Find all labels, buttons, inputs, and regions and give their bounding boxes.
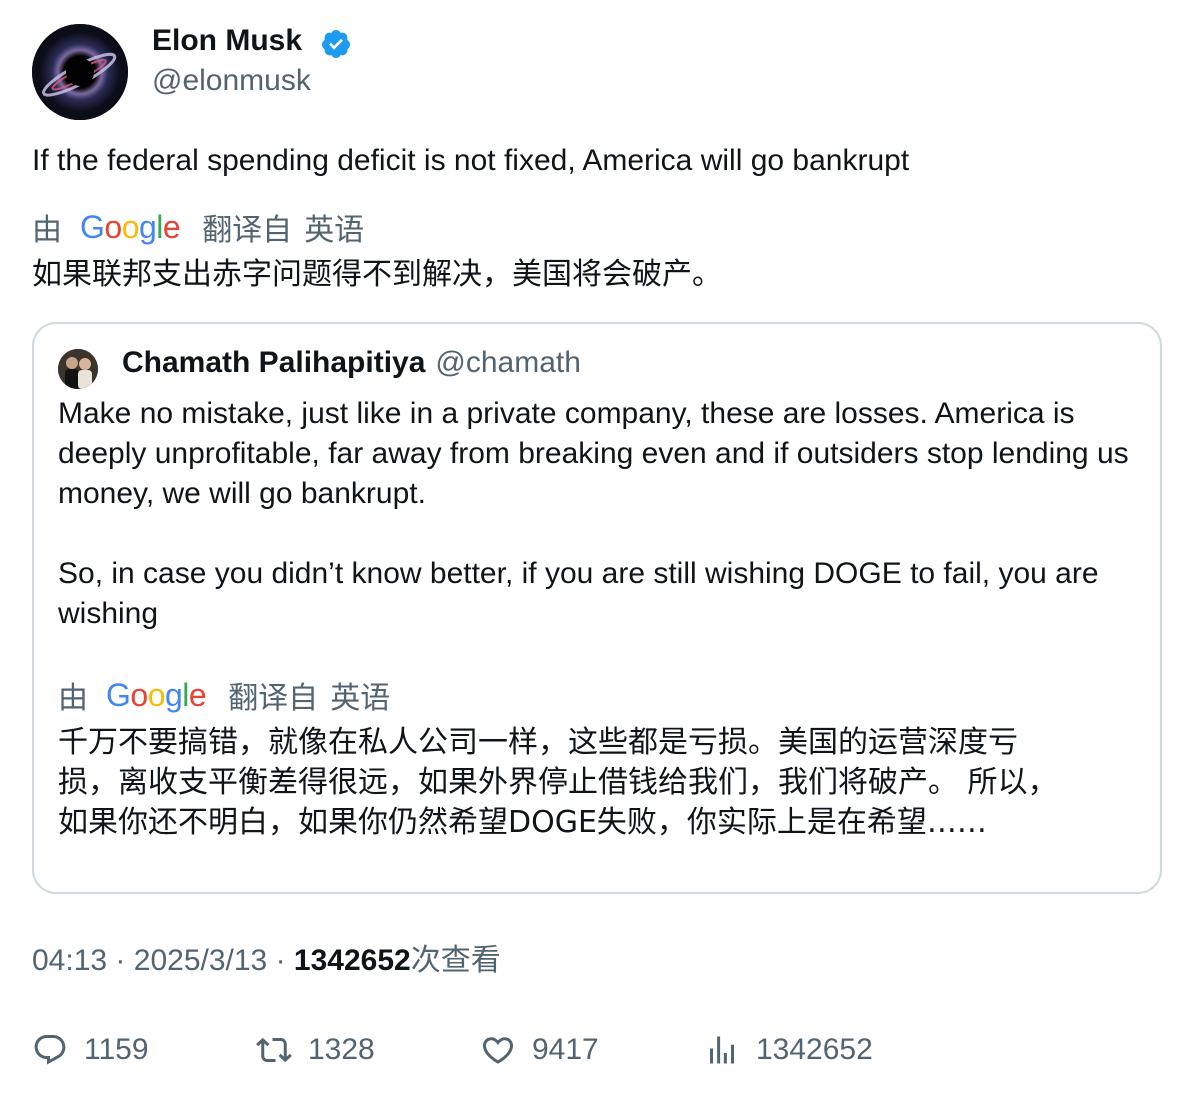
couple-photo (58, 349, 98, 389)
quoted-paragraph-1: Make no mistake, just like in a private … (58, 397, 1129, 510)
quote-source-language: 英语 (330, 682, 391, 715)
quoted-author-name-text[interactable]: Chamath Palihapitiya (122, 346, 425, 379)
quoted-author-name[interactable]: Chamath Palihapitiya @chamath (122, 344, 581, 382)
source-language: 英语 (304, 214, 365, 247)
meta-separator: · (275, 944, 286, 977)
like-icon (482, 1037, 514, 1064)
quote-translation-line-2: 损，离收支平衡差得很远，如果外界停止借钱给我们，我们将破产。 所以， (58, 765, 1058, 800)
retweet-button[interactable]: 1328 (256, 1030, 375, 1070)
view-count: 1342652 (293, 944, 411, 977)
tweet-date[interactable]: 2025/3/13 (134, 944, 267, 977)
quote-google-logo: Google (106, 676, 207, 713)
like-count: 9417 (532, 1033, 599, 1066)
views-icon (710, 1036, 734, 1064)
translated-from-label: 翻译自 (202, 214, 293, 247)
like-button[interactable]: 9417 (480, 1030, 599, 1070)
tweet-text: If the federal spending deficit is not f… (32, 144, 910, 177)
quote-translation-line-3: 如果你还不明白，如果你仍然希望DOGE失败，你实际上是在希望…… (58, 805, 987, 840)
view-count-label: 次查看 (410, 944, 501, 977)
tweet-translation-text: 如果联邦支出赤字问题得不到解决，美国将会破产。 (32, 257, 722, 292)
google-logo: Google (80, 208, 181, 245)
retweet-icon (256, 1037, 292, 1063)
quoted-paragraph-2: So, in case you didn’t know better, if y… (58, 557, 1099, 630)
quote-translated-by-label: 由 (58, 682, 88, 715)
quote-translation-attribution: 由 Google 翻译自 英语 (58, 676, 391, 716)
tweet-metadata: 04:13 · 2025/3/13 · 1342652次查看 (32, 942, 501, 980)
meta-separator: · (115, 944, 126, 977)
quoted-tweet-text: Make no mistake, just like in a private … (58, 394, 1138, 634)
translated-by-label: 由 (32, 214, 62, 247)
quote-translation-line-1: 千万不要搞错，就像在私人公司一样，这些都是亏损。美国的运营深度亏 (58, 725, 1018, 760)
views-button[interactable]: 1342652 (704, 1030, 873, 1070)
verified-badge-icon (320, 28, 352, 60)
reply-count: 1159 (84, 1033, 149, 1066)
views-count: 1342652 (756, 1033, 873, 1066)
tweet-time[interactable]: 04:13 (32, 944, 107, 977)
translation-attribution: 由 Google 翻译自 英语 (32, 208, 365, 248)
reply-icon (34, 1035, 66, 1065)
author-avatar[interactable] (32, 24, 128, 120)
quoted-author-avatar[interactable] (58, 349, 98, 389)
reply-button[interactable]: 1159 (32, 1030, 149, 1070)
author-handle[interactable]: @elonmusk (152, 62, 311, 100)
author-name[interactable]: Elon Musk (152, 22, 302, 60)
black-hole-image (32, 24, 128, 120)
quoted-author-handle[interactable]: @chamath (435, 346, 581, 379)
retweet-count: 1328 (308, 1033, 375, 1066)
quote-translated-from-label: 翻译自 (228, 682, 319, 715)
